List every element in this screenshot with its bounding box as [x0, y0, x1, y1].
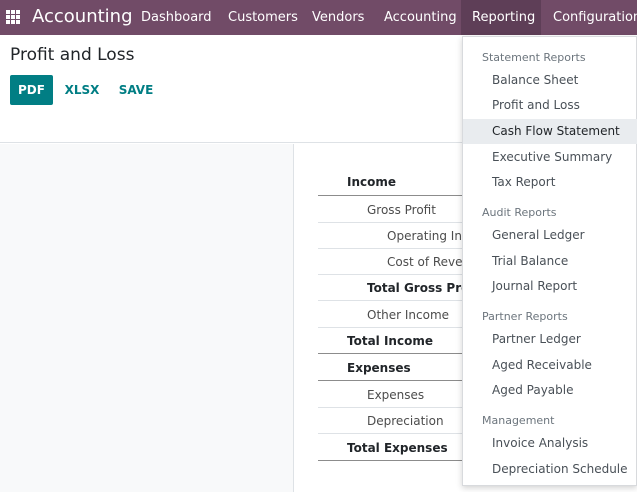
- menu-item-tax-report[interactable]: Tax Report: [463, 170, 637, 195]
- nav-customers[interactable]: Customers: [228, 0, 298, 35]
- menu-item-partner-ledger[interactable]: Partner Ledger: [463, 327, 637, 352]
- pdf-button[interactable]: PDF: [10, 75, 53, 105]
- menu-item-general-ledger[interactable]: General Ledger: [463, 223, 637, 248]
- menu-item-trial-balance[interactable]: Trial Balance: [463, 249, 637, 274]
- nav-accounting[interactable]: Accounting: [384, 0, 457, 35]
- report-row-total-gross-profit[interactable]: Total Gross Prof: [318, 275, 478, 301]
- menu-item-balance-sheet[interactable]: Balance Sheet: [463, 68, 637, 93]
- menu-item-aged-payable[interactable]: Aged Payable: [463, 378, 637, 403]
- menu-item-depreciation-schedule[interactable]: Depreciation Schedule: [463, 457, 637, 482]
- report-row-expenses-header[interactable]: Expenses: [318, 355, 478, 381]
- report-row-expenses[interactable]: Expenses: [318, 382, 478, 408]
- nav-dashboard[interactable]: Dashboard: [141, 0, 212, 35]
- menu-section-partner-reports: Partner Reports: [482, 310, 568, 323]
- report-row-income[interactable]: Income: [318, 170, 478, 196]
- menu-item-cash-flow-statement[interactable]: Cash Flow Statement: [463, 119, 637, 144]
- app-brand[interactable]: Accounting: [32, 6, 133, 27]
- nav-reporting[interactable]: Reporting: [461, 0, 541, 35]
- menu-section-statement-reports: Statement Reports: [482, 51, 586, 64]
- menu-item-aged-receivable[interactable]: Aged Receivable: [463, 353, 637, 378]
- nav-configuration[interactable]: Configuration: [553, 0, 637, 35]
- menu-item-executive-summary[interactable]: Executive Summary: [463, 145, 637, 170]
- save-button[interactable]: SAVE: [114, 75, 158, 105]
- xlsx-button[interactable]: XLSX: [62, 75, 102, 105]
- report-row-cost-of-revenue[interactable]: Cost of Rever: [318, 249, 478, 275]
- menu-section-audit-reports: Audit Reports: [482, 206, 557, 219]
- top-navbar: Accounting Dashboard Customers Vendors A…: [0, 0, 637, 35]
- report-row-other-income[interactable]: Other Income: [318, 302, 478, 328]
- apps-menu-icon[interactable]: [6, 10, 20, 24]
- report-row-total-income[interactable]: Total Income: [318, 328, 478, 354]
- menu-item-invoice-analysis[interactable]: Invoice Analysis: [463, 431, 637, 456]
- menu-item-journal-report[interactable]: Journal Report: [463, 274, 637, 299]
- page-title: Profit and Loss: [10, 45, 135, 65]
- report-row-gross-profit[interactable]: Gross Profit: [318, 197, 478, 223]
- menu-section-management: Management: [482, 414, 555, 427]
- reporting-dropdown-menu: Statement Reports Balance Sheet Profit a…: [462, 36, 637, 486]
- report-row-operating-income[interactable]: Operating Inc: [318, 223, 478, 249]
- menu-item-profit-and-loss[interactable]: Profit and Loss: [463, 93, 637, 118]
- nav-vendors[interactable]: Vendors: [312, 0, 364, 35]
- report-row-total-expenses[interactable]: Total Expenses: [318, 435, 478, 461]
- report-row-depreciation[interactable]: Depreciation: [318, 408, 478, 434]
